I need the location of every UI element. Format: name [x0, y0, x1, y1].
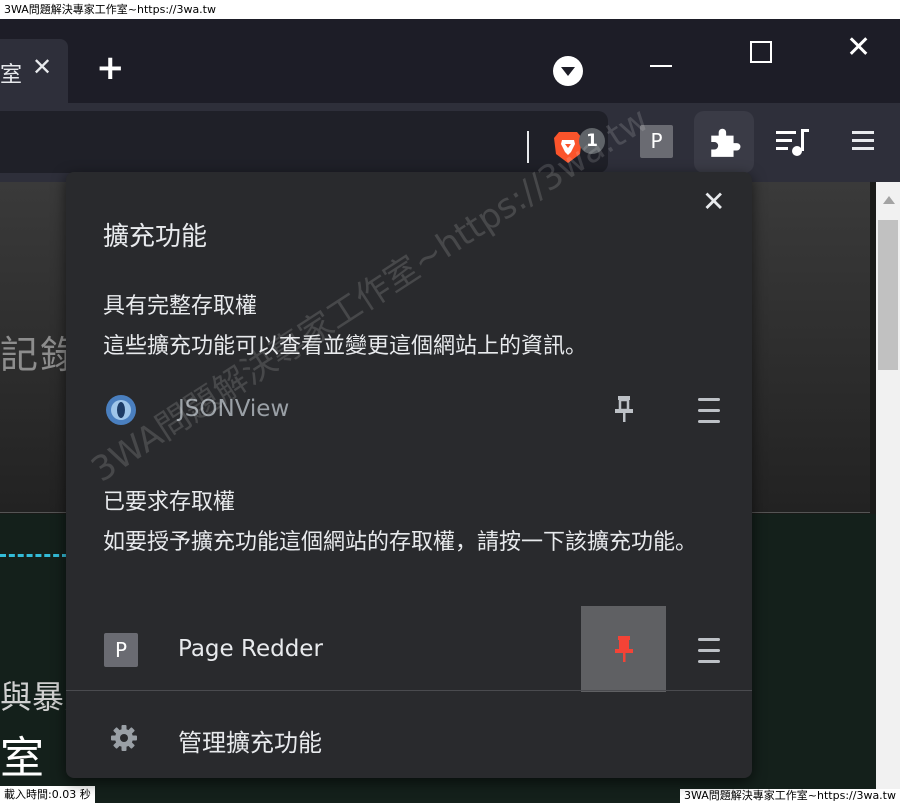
brave-shield-badge: 1: [579, 128, 605, 154]
full-access-heading: 具有完整存取權: [103, 294, 258, 319]
popup-divider: [66, 690, 752, 691]
jsonview-icon: [106, 395, 136, 425]
pin-icon: [615, 636, 633, 662]
active-tab[interactable]: 室 ✕: [0, 39, 68, 103]
tab-strip: 室 ✕ + ✕: [0, 19, 900, 103]
full-access-description: 這些擴充功能可以查看並變更這個網站上的資訊。: [103, 334, 588, 359]
tab-close-icon[interactable]: ✕: [32, 53, 52, 81]
more-options-icon[interactable]: [694, 636, 724, 666]
extensions-popup: ✕ 擴充功能 具有完整存取權 這些擴充功能可以查看並變更這個網站上的資訊。 JS…: [66, 172, 752, 778]
new-tab-button[interactable]: +: [96, 51, 125, 85]
extensions-button[interactable]: [694, 111, 754, 173]
maximize-button[interactable]: [750, 41, 772, 63]
puzzle-icon: [711, 128, 741, 157]
dashed-divider: [0, 554, 68, 557]
footer-watermark: 3WA問題解決專家工作室~https://3wa.tw: [680, 789, 900, 803]
gear-icon: [111, 725, 137, 751]
brave-shield-icon[interactable]: [553, 130, 583, 164]
scroll-up-arrow-icon[interactable]: [883, 196, 895, 204]
pin-button-active[interactable]: [581, 606, 666, 692]
window-close-button[interactable]: ✕: [846, 33, 871, 63]
more-options-icon[interactable]: [694, 396, 724, 426]
minimize-button[interactable]: [650, 65, 672, 67]
requested-access-heading: 已要求存取權: [103, 490, 236, 515]
tab-title: 室: [0, 63, 23, 88]
browser-menu-icon[interactable]: [850, 127, 876, 155]
window-title-bar: 3WA問題解決專家工作室~https://3wa.tw: [0, 0, 900, 19]
requested-access-description: 如要授予擴充功能這個網站的存取權，請按一下該擴充功能。: [103, 530, 698, 555]
extension-name: JSONView: [178, 396, 290, 422]
toolbar: 1 P: [0, 103, 900, 182]
address-bar[interactable]: 1: [0, 111, 608, 173]
popup-title: 擴充功能: [103, 222, 208, 252]
background-title: 室: [0, 733, 44, 784]
media-controls-icon[interactable]: [775, 125, 811, 159]
load-time-label: 載入時間:0.03 秒: [0, 786, 95, 803]
page-scrollbar[interactable]: [876, 182, 900, 803]
manage-extensions-link[interactable]: 管理擴充功能: [178, 723, 322, 758]
page-redder-icon: P: [104, 633, 138, 667]
pin-icon[interactable]: [612, 394, 636, 424]
scroll-thumb[interactable]: [878, 220, 898, 370]
page-redder-toolbar-button[interactable]: P: [640, 125, 673, 158]
popup-close-icon[interactable]: ✕: [702, 188, 725, 216]
tab-search-icon[interactable]: [553, 56, 583, 86]
address-bar-separator: [527, 131, 529, 163]
extension-name: Page Redder: [178, 636, 323, 662]
